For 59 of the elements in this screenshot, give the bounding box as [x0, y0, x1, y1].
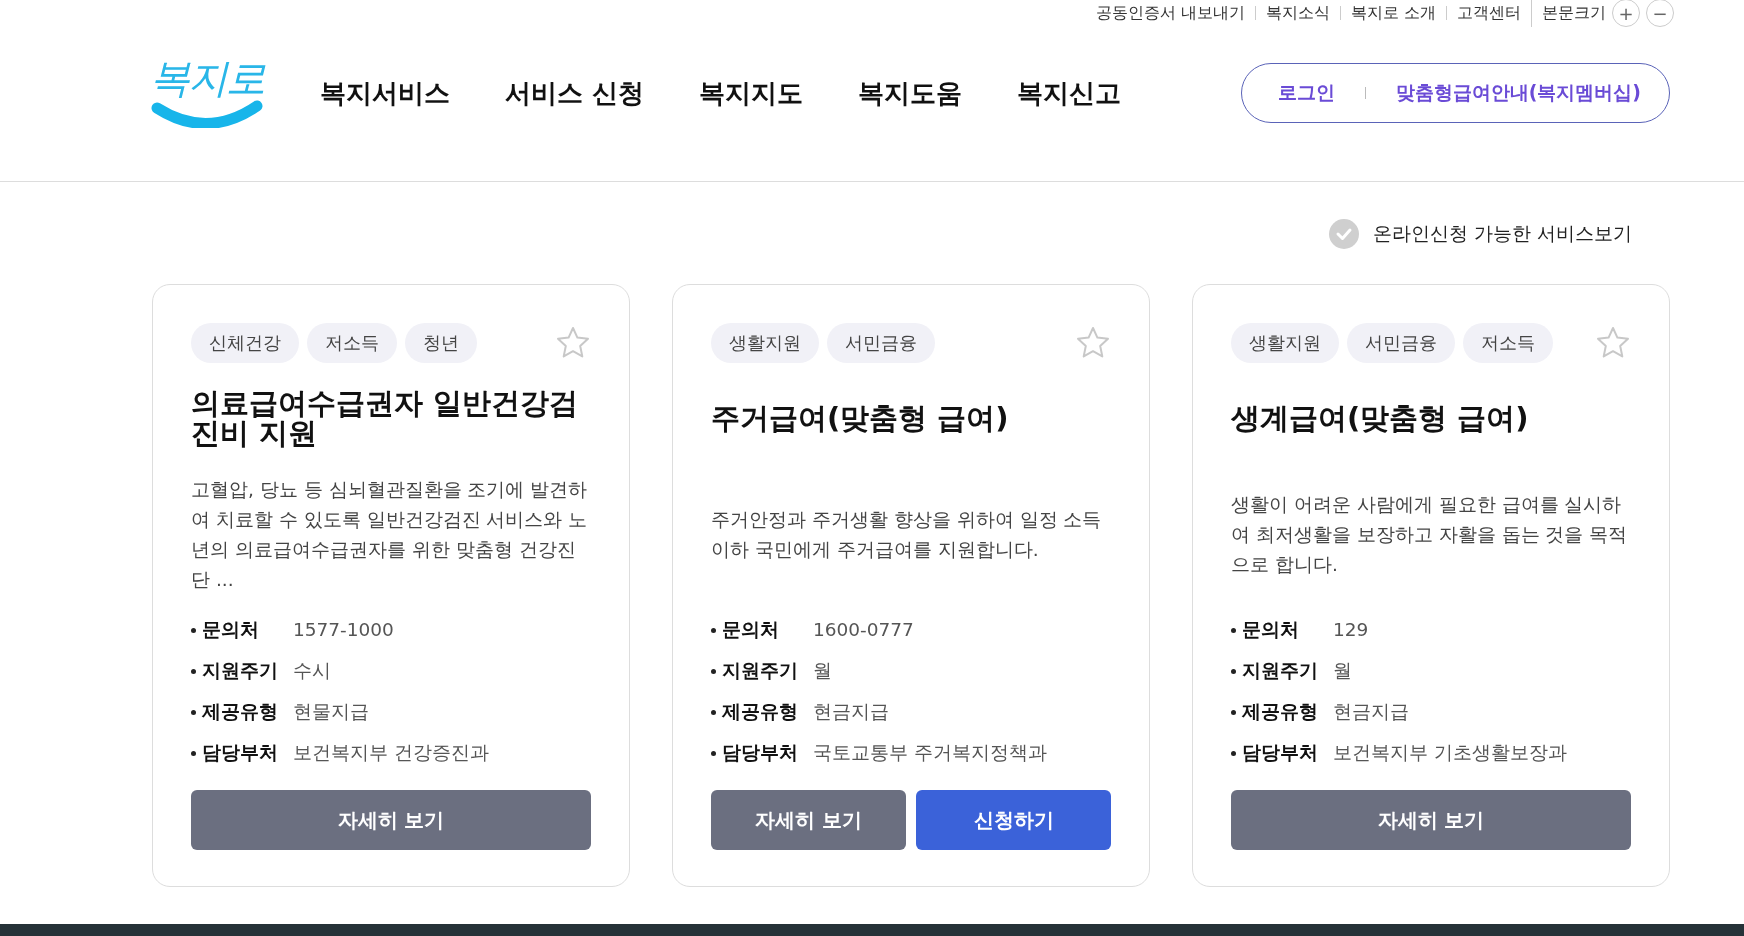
- info-label: 문의처: [711, 617, 813, 643]
- tag: 생활지원: [711, 323, 819, 363]
- top-link[interactable]: 공동인증서 내보내기: [1085, 6, 1255, 20]
- info-value: 월: [813, 659, 832, 683]
- info-label: 제공유형: [191, 699, 293, 725]
- tag: 서민금융: [827, 323, 935, 363]
- card-title: 생계급여(맞춤형 급여): [1231, 404, 1529, 434]
- info-label: 제공유형: [1231, 699, 1333, 725]
- check-icon[interactable]: [1328, 219, 1359, 249]
- info-label: 지원주기: [191, 658, 293, 684]
- smile-icon: [151, 100, 263, 128]
- tag: 저소득: [307, 323, 397, 363]
- info-label: 담당부처: [711, 740, 813, 766]
- nav-item[interactable]: 서비스 신청: [505, 75, 645, 111]
- info-label: 지원주기: [711, 658, 813, 684]
- info-label: 문의처: [1231, 617, 1333, 643]
- nav-item[interactable]: 복지도움: [858, 75, 963, 111]
- info-label: 제공유형: [711, 699, 813, 725]
- card-title: 주거급여(맞춤형 급여): [711, 404, 1009, 434]
- detail-button[interactable]: 자세히 보기: [191, 790, 591, 850]
- apply-button[interactable]: 신청하기: [916, 790, 1111, 850]
- info-value: 129: [1333, 618, 1369, 642]
- tag: 생활지원: [1231, 323, 1339, 363]
- nav-item[interactable]: 복지지도: [699, 75, 804, 111]
- font-size-button[interactable]: +: [1612, 0, 1640, 27]
- font-size-label: 본문크기: [1542, 6, 1606, 20]
- info-value: 현금지급: [1333, 700, 1409, 724]
- card-description: 주거안정과 주거생활 향상을 위하여 일정 소득 이하 국민에게 주거급여를 지원합니다.: [711, 508, 1103, 562]
- info-label: 문의처: [191, 617, 293, 643]
- info-value: 보건복지부 기초생활보장과: [1333, 741, 1567, 765]
- detail-button[interactable]: 자세히 보기: [1231, 790, 1631, 850]
- card-description: 생활이 어려운 사람에게 필요한 급여를 실시하여 최저생활을 보장하고 자활을 돕는 것을 목적으로 합니다.: [1231, 493, 1629, 577]
- info-value: 국토교통부 주거복지정책과: [813, 741, 1047, 765]
- card-title: 의료급여수급권자 일반건강검진비 지원: [191, 389, 580, 449]
- account-link[interactable]: 로그인: [1277, 80, 1335, 106]
- font-size-button[interactable]: −: [1646, 0, 1674, 27]
- info-value: 현금지급: [813, 700, 889, 724]
- info-value: 수시: [293, 659, 331, 683]
- info-value: 보건복지부 건강증진과: [293, 741, 489, 765]
- detail-button[interactable]: 자세히 보기: [711, 790, 906, 850]
- info-value: 1577-1000: [293, 618, 394, 642]
- nav-item[interactable]: 복지신고: [1017, 75, 1122, 111]
- info-value: 1600-0777: [813, 618, 914, 642]
- top-link[interactable]: 고객센터: [1446, 6, 1531, 20]
- info-label: 지원주기: [1231, 658, 1333, 684]
- top-link[interactable]: 복지로 소개: [1339, 6, 1446, 20]
- info-value: 월: [1333, 659, 1352, 683]
- top-link[interactable]: 복지소식: [1254, 6, 1340, 20]
- info-label: 담당부처: [1231, 740, 1333, 766]
- info-value: 현물지급: [293, 700, 369, 724]
- account-link[interactable]: 맞춤형급여안내(복지멤버십): [1395, 80, 1641, 106]
- tag: 서민금융: [1347, 323, 1455, 363]
- nav-item[interactable]: 복지서비스: [320, 75, 450, 111]
- tag: 저소득: [1463, 323, 1553, 363]
- tag: 청년: [405, 323, 477, 363]
- filter-label[interactable]: 온라인신청 가능한 서비스보기: [1372, 221, 1632, 247]
- tag: 신체건강: [191, 323, 299, 363]
- info-label: 담당부처: [191, 740, 293, 766]
- card-description: 고혈압, 당뇨 등 심뇌혈관질환을 조기에 발견하여 치료할 수 있도록 일반건강검진 서비스와 노년의 의료급여수급권자를 위한 맞춤형 건강진단 ...: [191, 478, 589, 592]
